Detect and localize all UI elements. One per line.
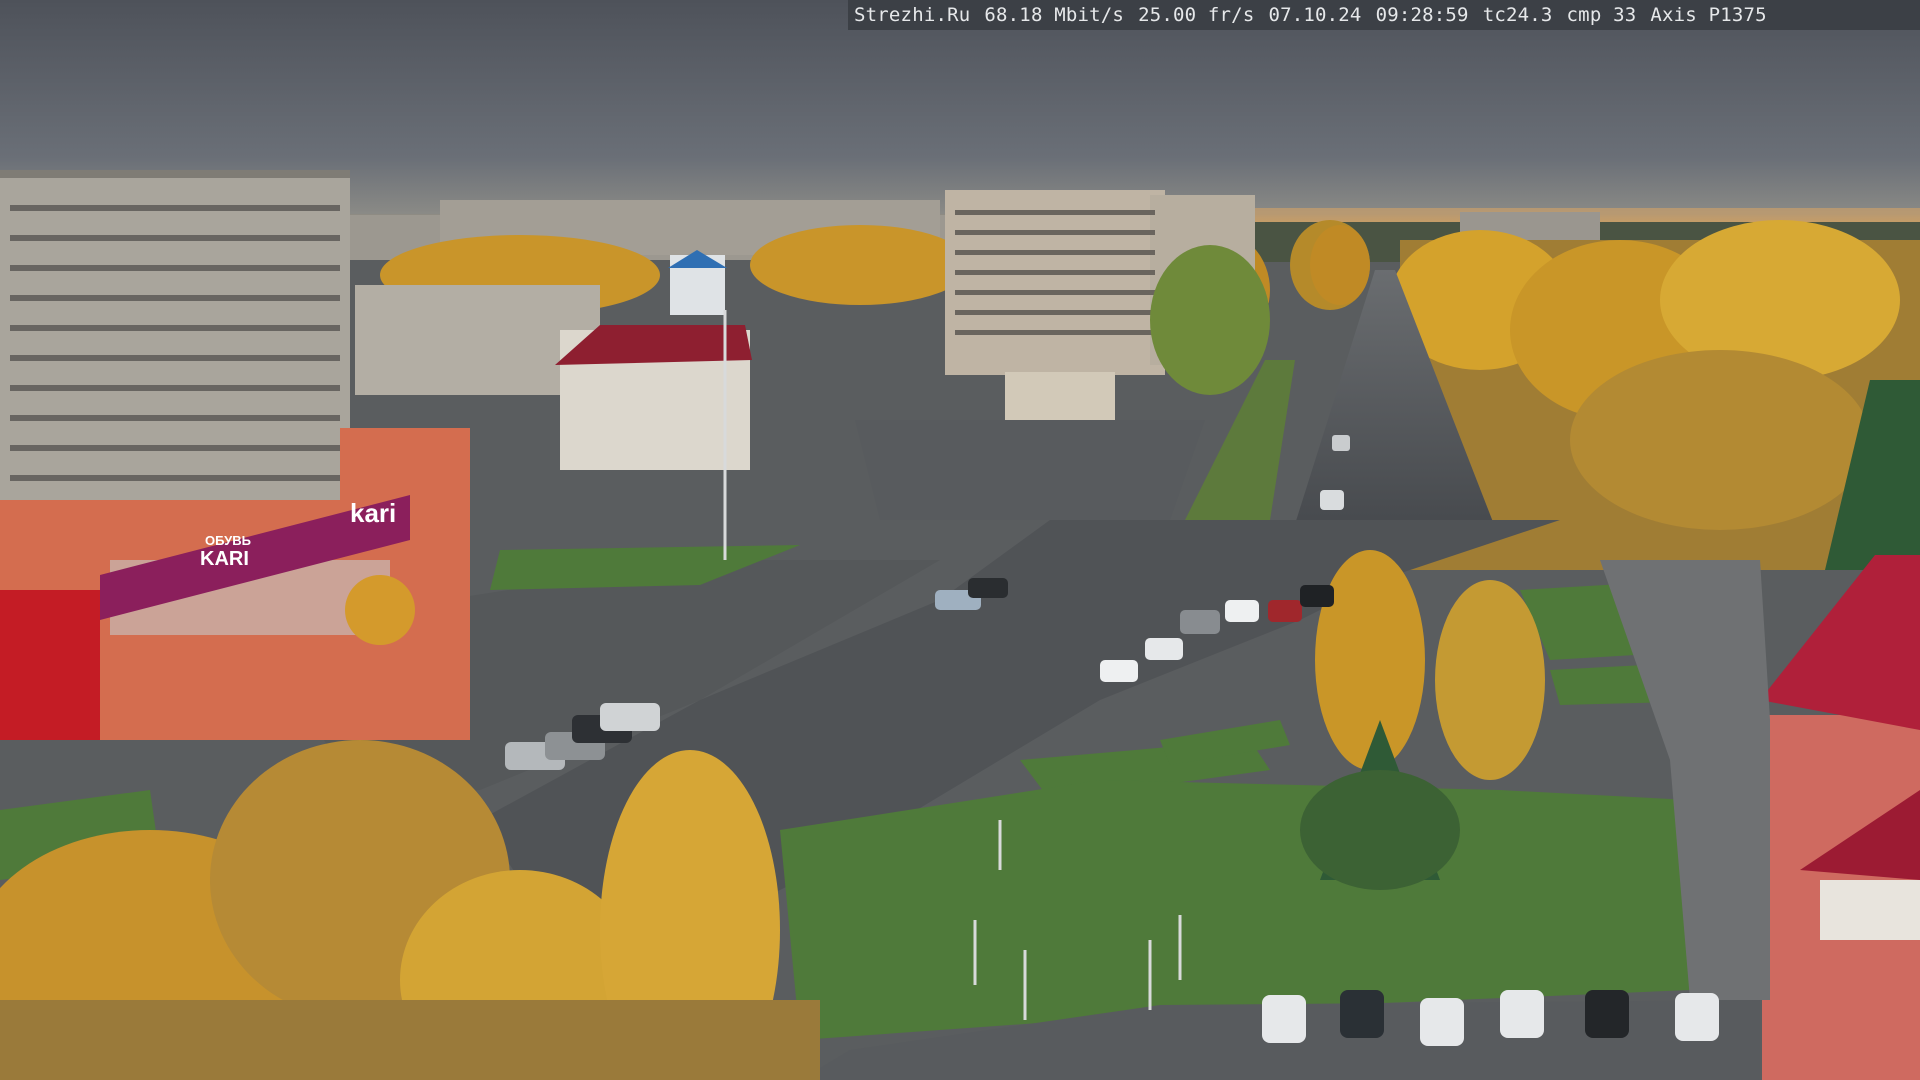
parking-plaza xyxy=(855,420,1205,520)
small-pavilion xyxy=(1005,372,1115,420)
osd-bitrate: 68.18 Mbit/s xyxy=(984,4,1125,26)
left-apartment-building xyxy=(0,170,350,520)
median-tree-2 xyxy=(1435,580,1545,780)
osd-date: 07.10.24 xyxy=(1268,4,1362,26)
median-tree-1 xyxy=(1315,550,1425,770)
osd-camera-model: Axis P1375 xyxy=(1650,4,1767,26)
osd-time: 09:28:59 xyxy=(1375,4,1469,26)
camera-osd-overlay: Strezhi.Ru 68.18 Mbit/s 25.00 fr/s 07.10.24… xyxy=(848,0,1920,30)
osd-framerate: 25.00 fr/s xyxy=(1138,4,1255,26)
tree-central-left xyxy=(1150,245,1270,395)
kari-store-logo-lower: KARI xyxy=(200,548,249,570)
kari-store-logo: kari xyxy=(350,498,396,528)
camera-frame: kari KARI xyxy=(0,0,1920,1080)
osd-site: Strezhi.Ru xyxy=(854,4,971,26)
osd-cmp: cmp 33 xyxy=(1566,4,1637,26)
osd-tc: tc24.3 xyxy=(1482,4,1553,26)
